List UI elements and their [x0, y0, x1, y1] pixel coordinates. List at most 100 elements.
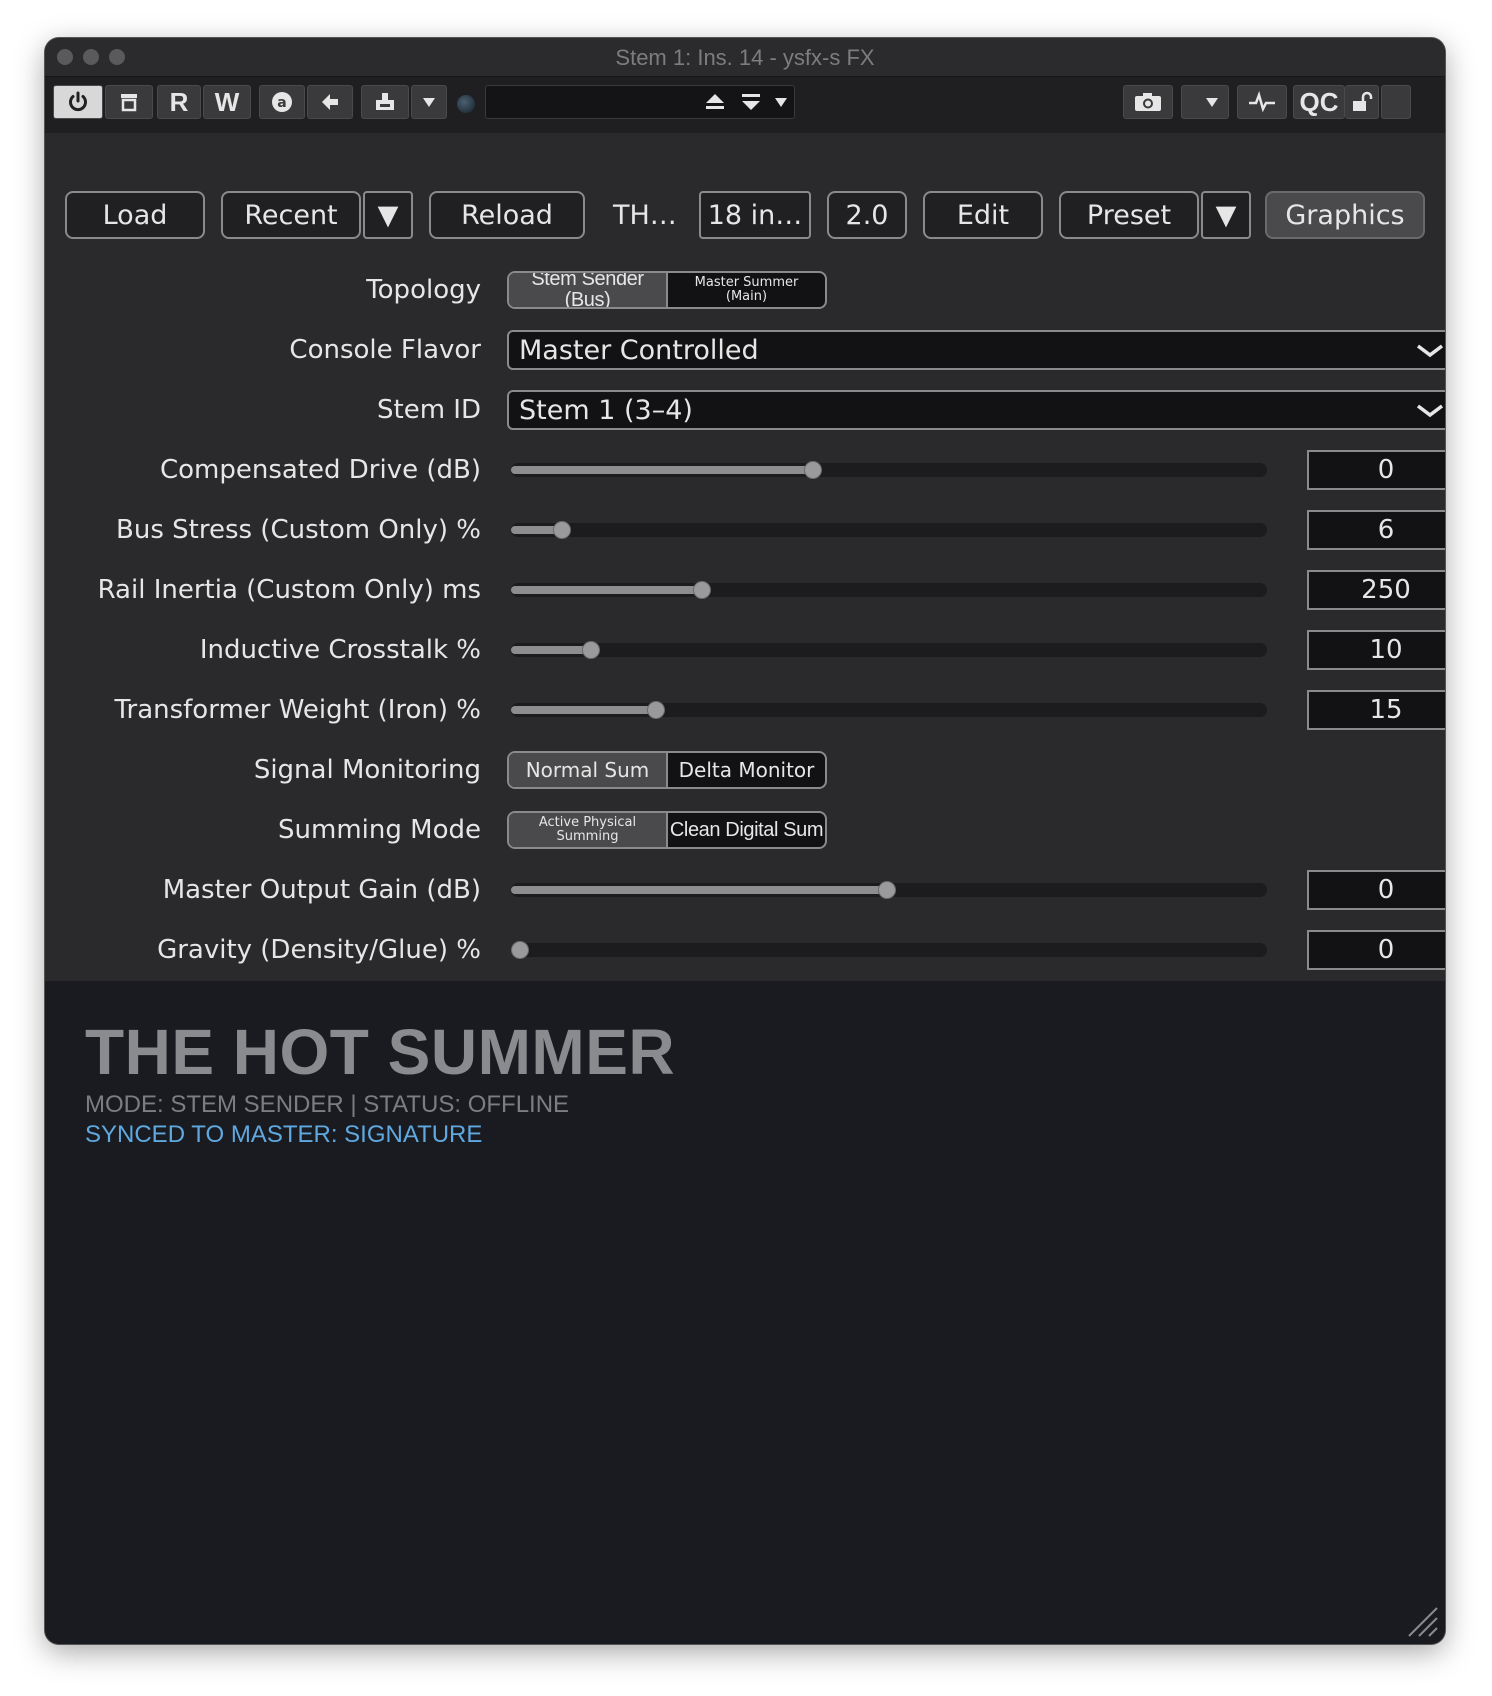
- summing-mode-switch[interactable]: Active Physical Summing Clean Digital Su…: [507, 811, 827, 849]
- rail-inertia-value[interactable]: 250: [1307, 570, 1445, 610]
- slider-fill: [511, 886, 887, 894]
- quick-controls-button[interactable]: QC: [1293, 85, 1345, 119]
- read-automation-button[interactable]: R: [157, 85, 201, 119]
- summing-mode-label: Summing Mode: [278, 815, 481, 845]
- signal-monitoring-option-delta-monitor[interactable]: Delta Monitor: [666, 753, 825, 787]
- gravity-slider[interactable]: [511, 941, 1267, 959]
- chevron-down-icon: [1416, 404, 1444, 418]
- lock-icon: [1352, 91, 1372, 111]
- mode-status-line: MODE: STEM SENDER | STATUS: OFFLINE: [85, 1091, 570, 1118]
- compare-button[interactable]: [307, 85, 353, 119]
- signal-monitoring-option-normal-sum[interactable]: Normal Sum: [509, 753, 666, 787]
- preset-menu-button[interactable]: ▼: [1201, 191, 1251, 239]
- compensated-drive-value[interactable]: 0: [1307, 450, 1445, 490]
- recent-button[interactable]: Recent: [221, 191, 361, 239]
- io-button[interactable]: 18 in…: [699, 191, 811, 239]
- topology-option-stem-sender[interactable]: Stem Sender (Bus): [509, 273, 666, 307]
- camera-icon: [1135, 93, 1161, 111]
- master-output-gain-label: Master Output Gain (dB): [162, 875, 481, 905]
- slider-thumb[interactable]: [553, 521, 572, 539]
- window-title: Stem 1: Ins. 14 - ysfx-s FX: [615, 45, 875, 70]
- chevron-down-icon: [1416, 344, 1444, 358]
- topology-switch[interactable]: Stem Sender (Bus) Master Summer (Main): [507, 271, 827, 309]
- transformer-weight-value[interactable]: 15: [1307, 690, 1445, 730]
- master-output-gain-value[interactable]: 0: [1307, 870, 1445, 910]
- inductive-crosstalk-value[interactable]: 10: [1307, 630, 1445, 670]
- resize-grip-icon[interactable]: [1401, 1600, 1441, 1640]
- bus-stress-value[interactable]: 6: [1307, 510, 1445, 550]
- automation-mode-button[interactable]: a: [259, 85, 305, 119]
- graphics-display: THE HOT SUMMER MODE: STEM SENDER | STATU…: [45, 981, 1445, 1644]
- bypass-button[interactable]: [53, 85, 103, 119]
- preset-button[interactable]: Preset: [1059, 191, 1199, 239]
- down-arrow-icon: [423, 98, 435, 107]
- inductive-crosstalk-label: Inductive Crosstalk %: [199, 635, 481, 665]
- inductive-crosstalk-slider[interactable]: [511, 641, 1267, 659]
- transformer-weight-slider[interactable]: [511, 701, 1267, 719]
- bus-stress-label: Bus Stress (Custom Only) %: [116, 515, 481, 545]
- load-button[interactable]: Load: [65, 191, 205, 239]
- gravity-value[interactable]: 0: [1307, 930, 1445, 970]
- bus-stress-slider[interactable]: [511, 521, 1267, 539]
- down-arrow-icon: [1206, 98, 1218, 107]
- signal-monitoring-switch[interactable]: Normal Sum Delta Monitor: [507, 751, 827, 789]
- routing-menu-button[interactable]: [411, 85, 447, 119]
- graphics-button[interactable]: Graphics: [1265, 191, 1425, 239]
- stem-id-select[interactable]: Stem 1 (3–4): [507, 390, 1445, 430]
- power-icon: [69, 91, 87, 112]
- arrow-left-icon: [322, 94, 338, 110]
- trash-icon: [121, 94, 137, 112]
- slider-fill: [511, 706, 657, 714]
- fx-toolbar: R W a QC: [45, 77, 1445, 133]
- lock-button[interactable]: [1345, 85, 1379, 119]
- summing-mode-option-clean-digital[interactable]: Clean Digital Sum: [666, 813, 825, 847]
- slider-thumb[interactable]: [647, 701, 666, 719]
- topology-label: Topology: [366, 275, 481, 305]
- signal-monitoring-label: Signal Monitoring: [253, 755, 481, 785]
- slider-thumb[interactable]: [693, 581, 712, 599]
- console-flavor-label: Console Flavor: [289, 335, 481, 365]
- down-triangle-icon[interactable]: [738, 91, 764, 113]
- chevron-down-icon[interactable]: [774, 96, 788, 108]
- gravity-label: Gravity (Density/Glue) %: [157, 935, 481, 965]
- transformer-weight-label: Transformer Weight (Iron) %: [114, 695, 481, 725]
- offline-button[interactable]: [105, 85, 153, 119]
- title-bar: Stem 1: Ins. 14 - ysfx-s FX: [45, 38, 1445, 77]
- master-output-gain-slider[interactable]: [511, 881, 1267, 899]
- edit-button[interactable]: Edit: [923, 191, 1043, 239]
- routing-button[interactable]: [361, 85, 409, 119]
- console-flavor-select[interactable]: Master Controlled: [507, 330, 1445, 370]
- up-triangle-icon[interactable]: [702, 91, 728, 113]
- console-flavor-value: Master Controlled: [519, 334, 759, 366]
- rail-inertia-slider[interactable]: [511, 581, 1267, 599]
- slider-thumb[interactable]: [804, 461, 823, 479]
- snapshot-button[interactable]: [1123, 85, 1173, 119]
- a-circle-icon: a: [272, 92, 292, 112]
- slider-fill: [511, 646, 592, 654]
- plugin-window: Stem 1: Ins. 14 - ysfx-s FX R W a QC Loa…: [45, 38, 1445, 1644]
- parameter-panel: Load Recent ▼ Reload TH… 18 in… 2.0 Edit…: [45, 133, 1445, 981]
- write-automation-button[interactable]: W: [203, 85, 251, 119]
- stem-id-value: Stem 1 (3–4): [519, 394, 693, 426]
- recent-menu-button[interactable]: ▼: [363, 191, 413, 239]
- display-title: THE HOT SUMMER: [85, 1016, 676, 1088]
- version-button[interactable]: 2.0: [827, 191, 907, 239]
- pdc-button[interactable]: [1237, 85, 1287, 119]
- slider-thumb[interactable]: [582, 641, 601, 659]
- slider-thumb[interactable]: [877, 881, 896, 899]
- slider-thumb[interactable]: [511, 941, 529, 959]
- window-options-button[interactable]: [1381, 85, 1411, 119]
- svg-text:a: a: [277, 95, 286, 111]
- topology-option-master-summer[interactable]: Master Summer (Main): [666, 273, 825, 307]
- compensated-drive-label: Compensated Drive (dB): [159, 455, 481, 485]
- slider-fill: [511, 586, 703, 594]
- snapshot-menu-button[interactable]: [1181, 85, 1229, 119]
- compensated-drive-slider[interactable]: [511, 461, 1267, 479]
- effect-name-short: TH…: [613, 199, 677, 231]
- sync-status-line: SYNCED TO MASTER: SIGNATURE: [85, 1121, 483, 1148]
- preset-search-box[interactable]: [485, 85, 795, 119]
- summing-mode-option-active-physical[interactable]: Active Physical Summing: [509, 813, 666, 847]
- reload-button[interactable]: Reload: [429, 191, 585, 239]
- led-icon: [457, 95, 475, 113]
- slider-fill: [511, 466, 814, 474]
